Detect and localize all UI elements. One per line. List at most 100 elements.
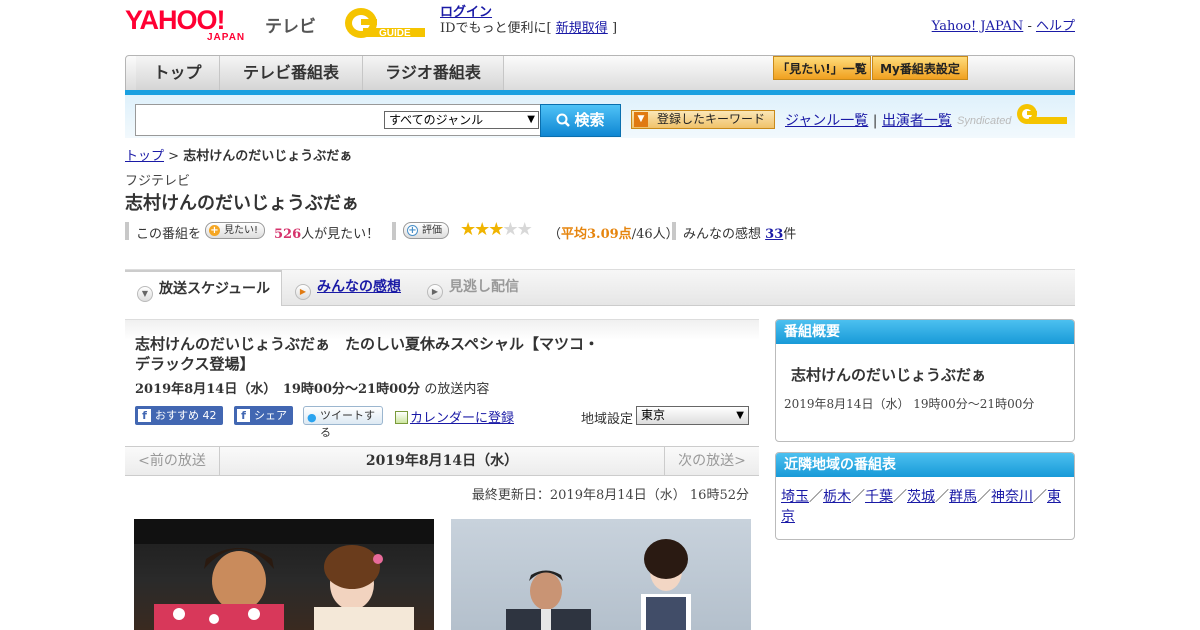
current-broadcast-date: 2019年8月14日（水） (365, 453, 519, 469)
service-name: テレビ (265, 17, 316, 37)
circle-arrow-icon: ▶ (427, 284, 443, 300)
region-label: 地域設定 (581, 412, 634, 427)
tab-reviews-link[interactable]: みんなの感想 (317, 279, 401, 295)
mitai-button[interactable]: + 見たい! (205, 222, 266, 239)
yahoo-logo[interactable]: YAHOO! JAPAN テレビ (125, 5, 316, 43)
genre-list-link[interactable]: ジャンル一覧 (785, 113, 868, 129)
tab-tv-schedule[interactable]: テレビ番組表 (220, 56, 363, 90)
overview-date: 2019年8月14日（水） 19時00分～21時00分 (784, 397, 1035, 411)
gguide-logo: GUIDE (345, 8, 425, 39)
review-text: みんなの感想 33件 (683, 223, 796, 242)
yahoo-japan-link[interactable]: Yahoo! JAPAN (932, 19, 1024, 34)
prev-broadcast-button[interactable]: <前の放送 (125, 447, 220, 475)
genre-select[interactable]: すべてのジャンル ▼ (384, 111, 539, 129)
region-link-chiba[interactable]: 千葉 (865, 489, 893, 505)
episode-title: 志村けんのだいじょうぶだぁ たのしい夏休みスペシャル【マツコ・デラックス登場】 (135, 335, 599, 373)
mitai-button-label: 見たい! (224, 225, 259, 236)
search-button-label: 検索 (574, 111, 605, 129)
stat-divider (125, 222, 129, 240)
rating-text: （平均3.09点/46人） (548, 223, 679, 242)
breadcrumb-separator: > (168, 149, 180, 164)
dropdown-arrow-icon: ▼ (736, 410, 744, 421)
search-button[interactable]: 検索 (540, 104, 621, 137)
region-link-kanagawa[interactable]: 神奈川 (991, 489, 1033, 505)
tab-top[interactable]: トップ (136, 56, 220, 90)
plus-icon: + (209, 225, 220, 236)
tab-reviews[interactable]: ▶ みんなの感想 (295, 270, 401, 306)
region-select[interactable]: 東京 ▼ (636, 406, 749, 425)
login-note-suffix: ] (611, 21, 618, 36)
mitai-prefix: この番組を (136, 227, 202, 242)
calendar-icon (395, 411, 408, 424)
search-bar: すべてのジャンル ▼ 検索 ▼ 登録したキーワード ジャンル一覧 | 出演者一覧… (125, 95, 1075, 138)
registered-keyword-button[interactable]: ▼ 登録したキーワード (631, 110, 775, 129)
my-schedule-settings-button[interactable]: My番組表設定 (872, 56, 968, 80)
tab-missed-label: 見逃し配信 (449, 279, 519, 295)
review-suffix: 件 (783, 227, 797, 242)
tab-schedule[interactable]: ▼ 放送スケジュール (125, 270, 282, 306)
next-broadcast-button[interactable]: 次の放送> (664, 447, 759, 475)
region-link-ibaraki[interactable]: 茨城 (907, 489, 935, 505)
star-icon: ★ (488, 219, 504, 240)
star-icon: ★ (516, 219, 533, 240)
region-separator: ／ (809, 489, 823, 505)
star-icon: ★ (474, 219, 490, 240)
region-link-gunma[interactable]: 群馬 (949, 489, 977, 505)
review-count-link[interactable]: 33 (765, 227, 783, 242)
facebook-share-button[interactable]: f シェア (234, 406, 293, 425)
circle-arrow-icon: ▶ (295, 284, 311, 300)
program-stats: この番組を + 見たい! 526人が見たい！ + 評価 ★★★★★ （平均3.0… (125, 219, 1075, 242)
search-link-divider: | (872, 113, 878, 129)
region-link-saitama[interactable]: 埼玉 (781, 489, 809, 505)
share-row: f おすすめ 42 f シェア ● ツイートする カレンダーに登録 地域設定 東… (135, 406, 755, 439)
nearby-header: 近隣地域の番組表 (776, 453, 1074, 477)
overview-title: 志村けんのだいじょうぶだぁ (791, 366, 987, 384)
register-link[interactable]: 新規取得 (556, 21, 608, 36)
region-link-tochigi[interactable]: 栃木 (823, 489, 851, 505)
fb-recommend-label: おすすめ (155, 409, 199, 422)
stat-divider (392, 222, 396, 240)
broadcast-datetime: 2019年8月14日（水） 19時00分～21時00分 (135, 382, 421, 397)
nearby-region-box: 近隣地域の番組表 埼玉／栃木／千葉／茨城／群馬／神奈川／東京 (775, 452, 1075, 540)
program-photo[interactable] (134, 519, 434, 630)
channel-name: フジテレビ (125, 174, 191, 189)
breadcrumb: トップ > 志村けんのだいじょうぶだぁ (125, 145, 352, 164)
genre-select-value: すべてのジャンル (389, 113, 484, 127)
gguide-small-logo (1017, 104, 1067, 124)
magnifier-icon (556, 113, 571, 127)
last-updated: 最終更新日：2019年8月14日（水） 16時52分 (471, 488, 749, 503)
rating-button-label: 評価 (422, 225, 442, 236)
syndicated-gguide-logo: Syndicated (957, 101, 1069, 131)
broadcast-date-suffix: の放送内容 (424, 382, 490, 397)
tweet-label: ツイートする (320, 409, 375, 439)
nearby-region-links: 埼玉／栃木／千葉／茨城／群馬／神奈川／東京 (781, 487, 1069, 527)
breadcrumb-top-link[interactable]: トップ (125, 149, 164, 164)
tab-schedule-label: 放送スケジュール (159, 281, 271, 297)
program-tabs: ▼ 放送スケジュール ▶ みんなの感想 ▶ 見逃し配信 (125, 269, 1075, 306)
mitai-suffix: 人が見たい！ (301, 227, 380, 242)
mitai-list-button[interactable]: 「見たい!」一覧 (773, 56, 871, 80)
tab-missed-stream[interactable]: ▶ 見逃し配信 (427, 270, 519, 306)
performer-list-link[interactable]: 出演者一覧 (882, 113, 952, 129)
rating-button[interactable]: + 評価 (403, 222, 449, 239)
tab-radio-schedule[interactable]: ラジオ番組表 (363, 56, 504, 90)
yahoo-logo-sub: JAPAN (207, 32, 246, 43)
program-photo[interactable] (451, 519, 751, 630)
yahoo-logo-text: YAHOO! (125, 5, 226, 35)
rating-open-paren: （ (548, 227, 562, 242)
help-link[interactable]: ヘルプ (1036, 19, 1075, 34)
region-separator: ／ (851, 489, 865, 505)
login-link[interactable]: ログイン (440, 5, 492, 20)
dropdown-triangle-icon: ▼ (634, 112, 648, 127)
fb-share-label: シェア (254, 409, 287, 422)
calendar-register[interactable]: カレンダーに登録 (395, 407, 514, 426)
calendar-link[interactable]: カレンダーに登録 (410, 411, 514, 426)
broadcast-detail: 志村けんのだいじょうぶだぁ たのしい夏休みスペシャル【マツコ・デラックス登場】 … (125, 319, 759, 446)
rating-stars: ★★★★★ (460, 219, 533, 240)
tweet-button[interactable]: ● ツイートする (303, 406, 383, 439)
page-title: 志村けんのだいじょうぶだぁ (125, 193, 359, 214)
login-note-prefix: IDでもっと便利に[ (440, 21, 552, 36)
facebook-recommend-button[interactable]: f おすすめ 42 (135, 406, 223, 425)
top-links: Yahoo! JAPAN - ヘルプ (932, 15, 1075, 34)
keyword-button-label: 登録したキーワード (656, 112, 765, 126)
